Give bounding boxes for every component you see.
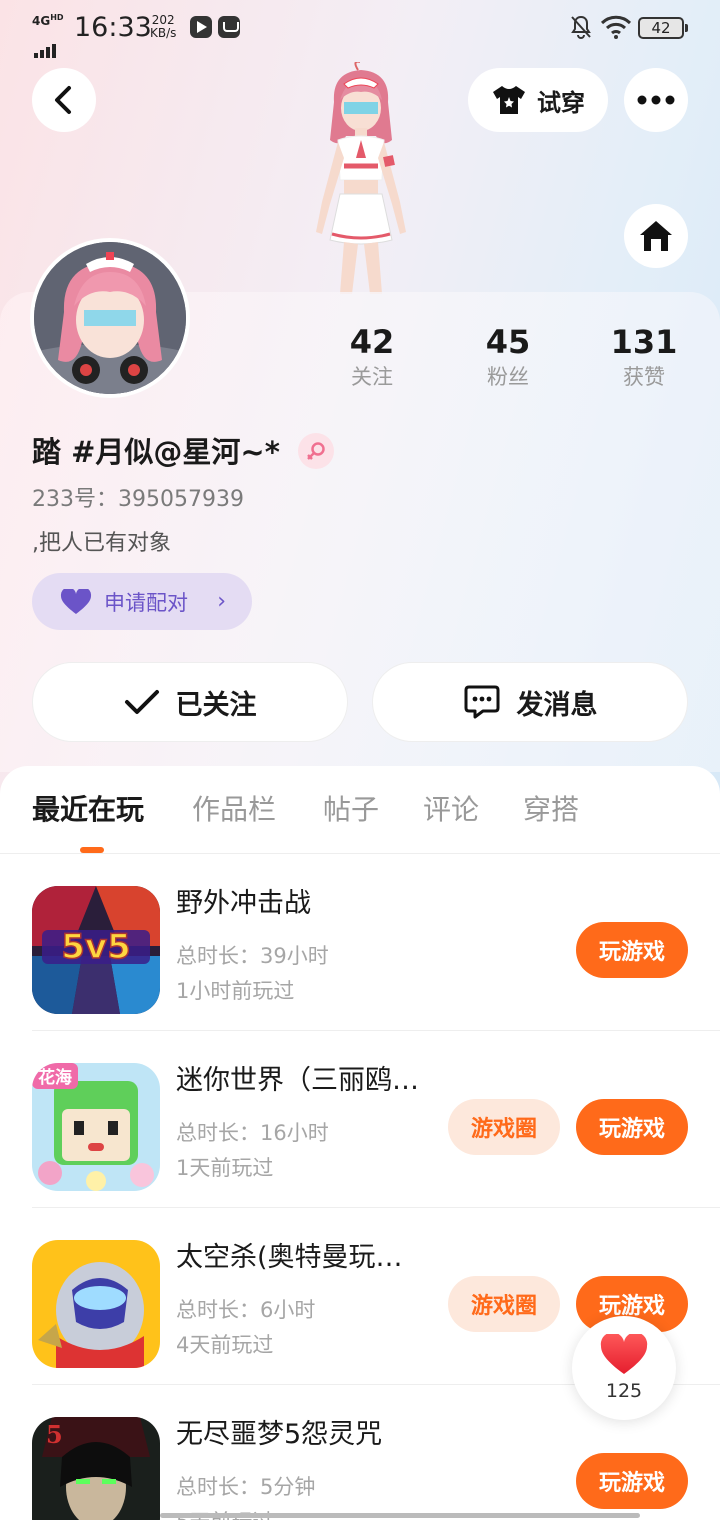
game-icon-text: 5v5: [61, 927, 130, 967]
tab-recently-played[interactable]: 最近在玩: [32, 792, 144, 828]
stat-likes[interactable]: 131 获赞: [584, 322, 704, 392]
tab-outfits[interactable]: 穿搭: [523, 792, 579, 828]
game-last-played: 1天前玩过: [176, 1156, 274, 1180]
game-circle-button[interactable]: 游戏圈: [448, 1099, 560, 1155]
network-speed: 202 KB/s: [150, 14, 176, 40]
game-circle-button[interactable]: 游戏圈: [448, 1276, 560, 1332]
avatar-image: [34, 242, 186, 394]
active-tab-indicator: [80, 847, 104, 853]
tab-posts[interactable]: 帖子: [323, 792, 379, 828]
game-icon[interactable]: [32, 1240, 160, 1368]
chevron-left-icon: [55, 86, 71, 114]
chevron-right-icon: ›: [217, 589, 226, 614]
tab-comments[interactable]: 评论: [423, 792, 479, 828]
game-row[interactable]: 花海 迷你世界（三丽鸥… 总时长：16小时 1天前玩过 游戏圈 玩游戏: [0, 1031, 720, 1208]
avatar-3d-figure: [316, 62, 406, 294]
game-icon[interactable]: 5v5: [32, 886, 160, 1014]
tab-works[interactable]: 作品栏: [192, 792, 276, 828]
battery-icon: 42: [638, 17, 688, 39]
game-title: 野外冲击战: [176, 888, 311, 919]
stat-likes-label: 获赞: [623, 365, 665, 389]
game-title: 迷你世界（三丽鸥…: [176, 1065, 419, 1096]
stat-following[interactable]: 42 关注: [312, 322, 432, 392]
message-app-icon: [218, 16, 240, 38]
try-on-button[interactable]: 试穿: [468, 68, 608, 132]
tshirt-icon: [493, 86, 525, 114]
home-button[interactable]: [624, 204, 688, 268]
match-request-button[interactable]: 申请配对 ›: [32, 573, 252, 630]
game-icon-text: 花海: [38, 1067, 72, 1088]
play-game-button[interactable]: 玩游戏: [576, 1453, 688, 1509]
send-message-label: 发消息: [516, 689, 598, 721]
chat-bubble-icon: [464, 685, 499, 719]
more-dots-icon: [637, 95, 675, 105]
stat-following-label: 关注: [351, 365, 393, 389]
tab-bar: 最近在玩 作品栏 帖子 评论 穿搭: [0, 766, 720, 854]
game-icon-text: 5: [46, 1420, 63, 1449]
wifi-icon: [600, 15, 632, 39]
follow-button[interactable]: 已关注: [32, 662, 348, 742]
play-game-button[interactable]: 玩游戏: [576, 922, 688, 978]
heart-icon: [600, 1334, 648, 1374]
game-duration: 总时长：16小时: [176, 1121, 329, 1145]
play-game-button[interactable]: 玩游戏: [576, 1099, 688, 1155]
status-bar: 4GHD 16:33 202 KB/s 42: [0, 0, 720, 58]
stat-followers[interactable]: 45 粉丝: [448, 322, 568, 392]
send-message-button[interactable]: 发消息: [372, 662, 688, 742]
status-time: 16:33: [74, 12, 152, 43]
stat-following-value: 42: [349, 323, 395, 361]
female-gender-icon: [298, 433, 334, 469]
stat-followers-value: 45: [485, 323, 531, 361]
like-button[interactable]: 125: [572, 1316, 676, 1420]
video-app-icon: [190, 16, 212, 38]
bell-muted-icon: [571, 15, 591, 39]
stat-likes-value: 131: [610, 323, 678, 361]
follow-label: 已关注: [175, 689, 257, 721]
bio: ,把人已有对象: [32, 531, 171, 556]
game-icon[interactable]: 花海: [32, 1063, 160, 1191]
speed-unit: KB/s: [150, 26, 177, 40]
game-title: 太空杀(奥特曼玩…: [176, 1242, 403, 1273]
game-row[interactable]: 5v5 野外冲击战 总时长：39小时 1小时前玩过 玩游戏: [0, 854, 720, 1031]
more-button[interactable]: [624, 68, 688, 132]
game-duration: 总时长：5分钟: [176, 1475, 316, 1499]
game-last-played: 4天前玩过: [176, 1333, 274, 1357]
like-count: 125: [605, 1380, 643, 1402]
stat-followers-label: 粉丝: [487, 365, 529, 389]
avatar[interactable]: [30, 238, 190, 398]
try-on-label: 试穿: [537, 88, 585, 117]
heart-icon: [60, 588, 92, 614]
network-hd: HD: [50, 13, 64, 22]
home-indicator-bar: [160, 1513, 640, 1518]
game-duration: 总时长：39小时: [176, 944, 329, 968]
game-last-played: 1小时前玩过: [176, 979, 295, 1003]
network-type: 4G: [32, 14, 51, 28]
home-icon: [640, 221, 672, 251]
user-id: 233号：395057939: [32, 487, 244, 512]
game-duration: 总时长：6小时: [176, 1298, 316, 1322]
back-button[interactable]: [32, 68, 96, 132]
nickname: 踏 #月似@星河~*: [32, 435, 280, 469]
signal-icon: 4GHD: [32, 12, 66, 58]
game-title: 无尽噩梦5怨灵咒: [176, 1419, 383, 1450]
game-icon[interactable]: 5: [32, 1417, 160, 1520]
match-request-label: 申请配对: [104, 590, 188, 615]
check-icon: [124, 690, 159, 714]
